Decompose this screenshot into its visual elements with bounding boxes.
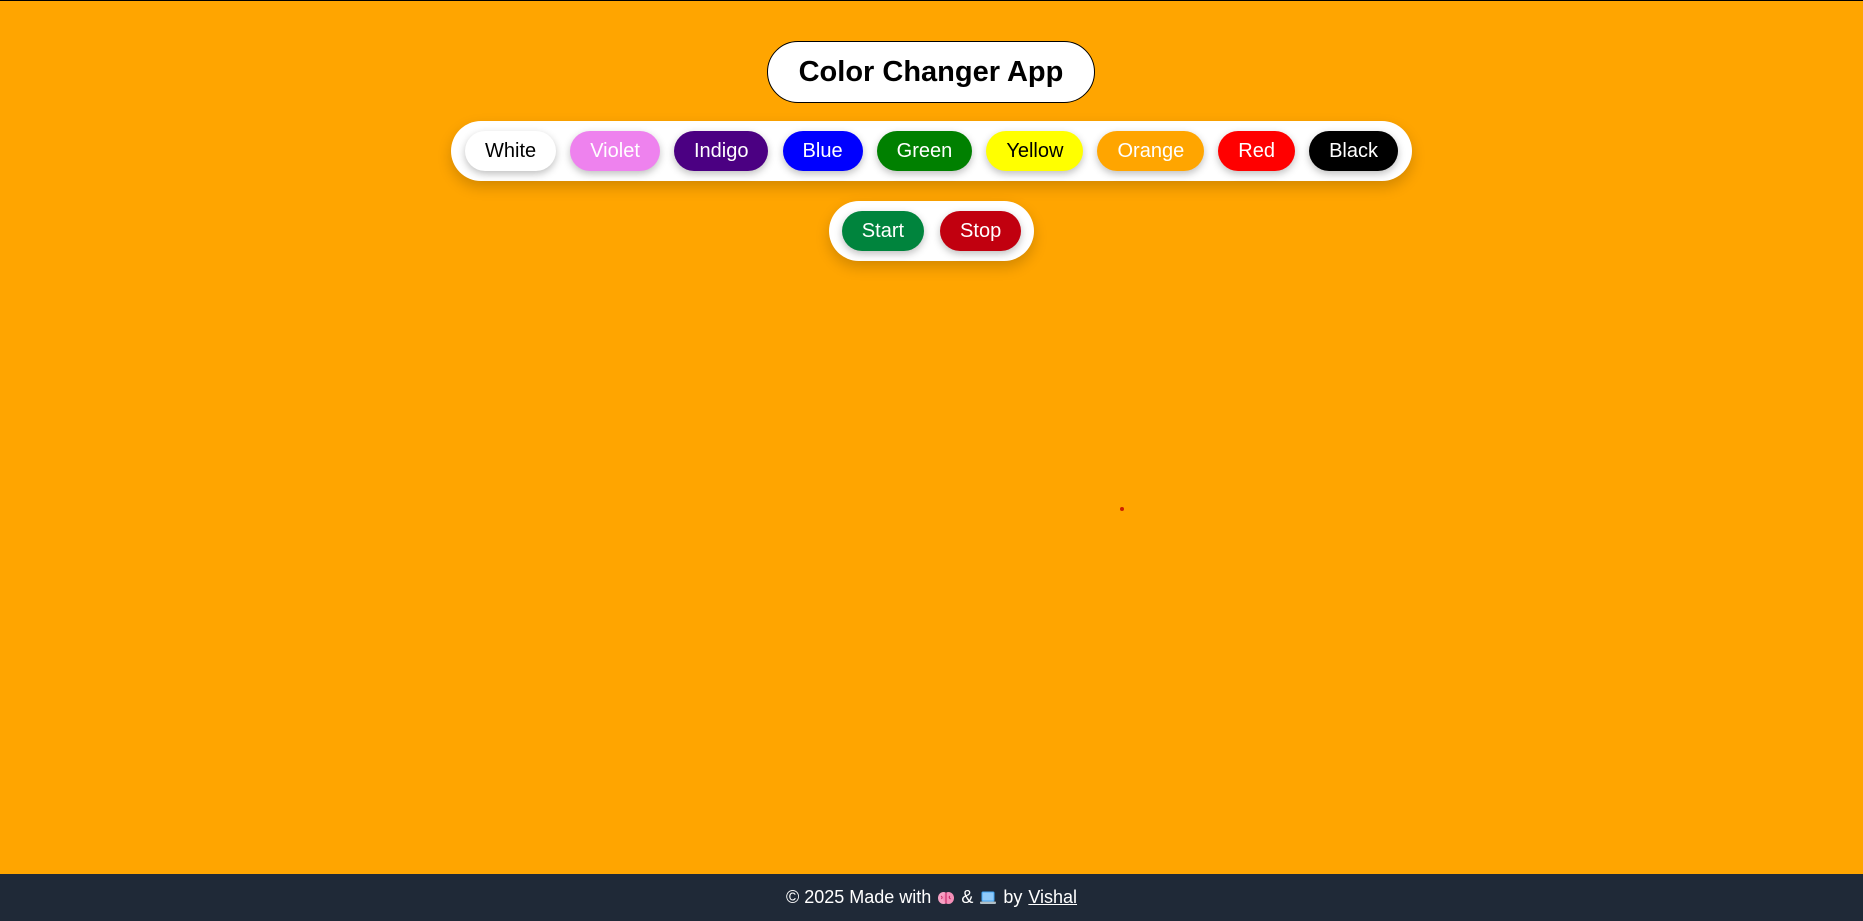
blue-button[interactable]: Blue xyxy=(782,131,863,171)
black-button[interactable]: Black xyxy=(1309,131,1398,171)
green-button[interactable]: Green xyxy=(876,131,973,171)
app-background: Color Changer App White Violet Indigo Bl… xyxy=(0,1,1863,921)
color-button-bar: White Violet Indigo Blue Green Yellow Or… xyxy=(451,121,1412,181)
laptop-icon xyxy=(979,889,997,907)
orange-button[interactable]: Orange xyxy=(1097,131,1205,171)
white-button[interactable]: White xyxy=(465,131,557,171)
stop-button[interactable]: Stop xyxy=(940,211,1022,251)
start-button[interactable]: Start xyxy=(841,211,925,251)
footer-prefix: © 2025 Made with xyxy=(785,887,932,907)
indigo-button[interactable]: Indigo xyxy=(673,131,769,171)
page-title-text: Color Changer App xyxy=(798,55,1064,88)
page-title: Color Changer App xyxy=(767,41,1095,103)
brain-icon xyxy=(937,889,955,907)
footer: © 2025 Made with & by Vishal xyxy=(0,874,1863,921)
start-stop-bar: Start Stop xyxy=(829,201,1034,261)
red-button[interactable]: Red xyxy=(1218,131,1295,171)
cursor-dot xyxy=(1120,507,1124,511)
footer-ampersand: & xyxy=(961,887,974,907)
violet-button[interactable]: Violet xyxy=(570,131,660,171)
footer-by: by xyxy=(1003,887,1023,907)
author-link[interactable]: Vishal xyxy=(1028,887,1077,908)
yellow-button[interactable]: Yellow xyxy=(986,131,1084,171)
